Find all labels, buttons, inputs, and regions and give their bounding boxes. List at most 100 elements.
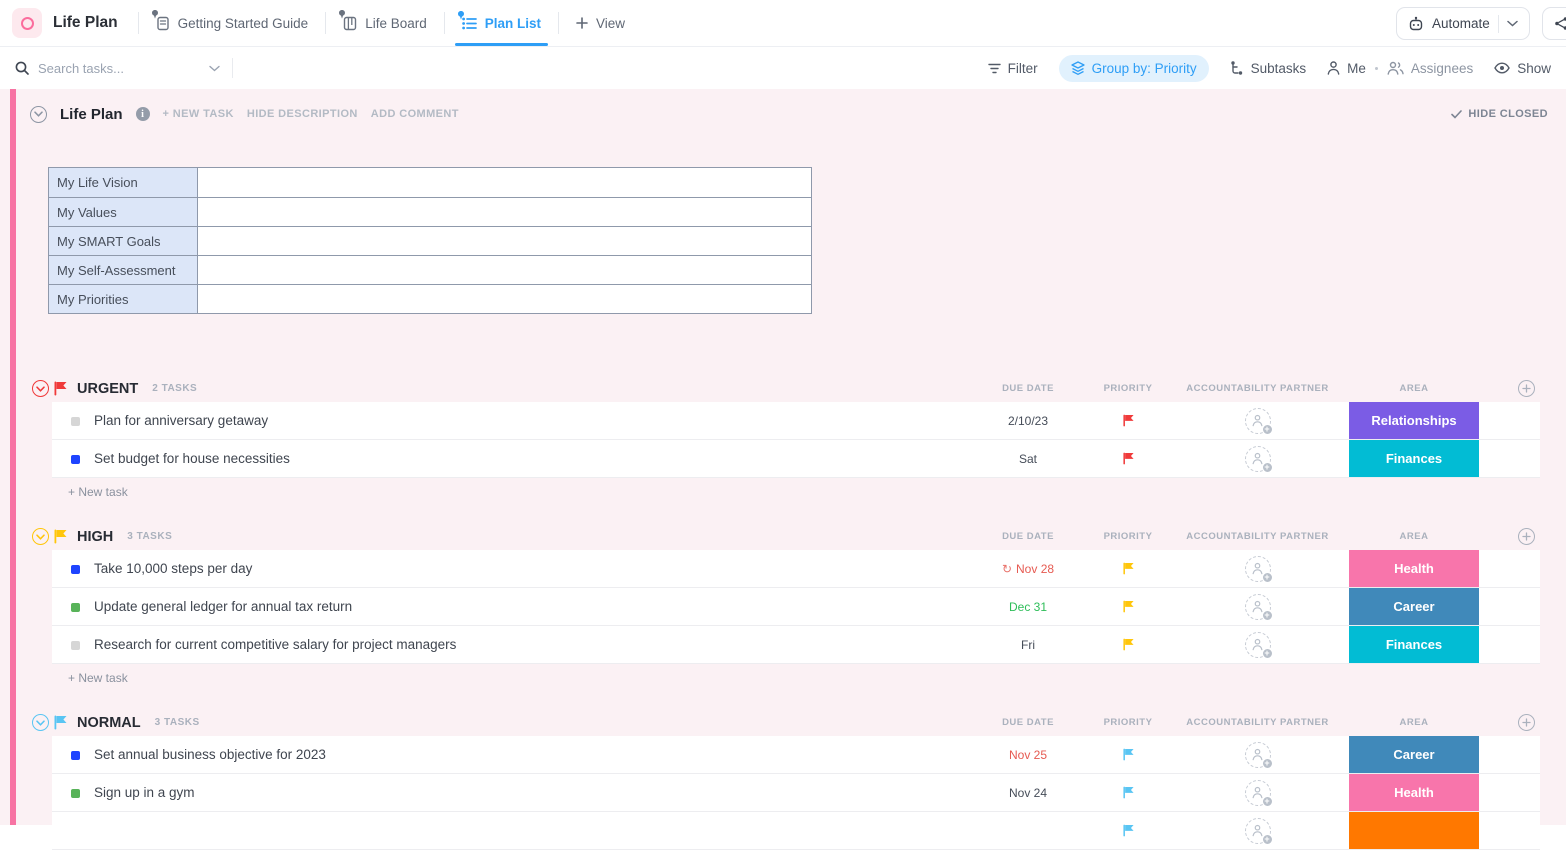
area-tag[interactable]: Health [1349,774,1479,811]
task-row[interactable]: Update general ledger for annual tax ret… [52,588,1540,626]
task-row[interactable]: Research for current competitive salary … [52,626,1540,664]
collapse-group-button[interactable] [32,714,49,731]
due-date[interactable]: Nov 25 [966,736,1090,773]
area-tag[interactable]: Career [1349,736,1479,773]
chevron-down-icon[interactable] [209,65,220,72]
column-header-priority[interactable]: PRIORITY [1090,523,1166,550]
status-icon[interactable] [71,641,80,650]
status-icon[interactable] [71,565,80,574]
due-date[interactable]: ↻Nov 28 [966,550,1090,587]
due-date[interactable]: Dec 31 [966,588,1090,625]
area-tag[interactable]: Finances [1349,626,1479,663]
add-assignee-avatar[interactable] [1245,818,1271,844]
column-header-area[interactable]: AREA [1349,709,1479,736]
task-name[interactable]: Set budget for house necessities [94,440,290,477]
group-name[interactable]: HIGH [77,529,113,545]
tab-add-view[interactable]: View [559,0,642,46]
area-tag[interactable]: Relationships [1349,402,1479,439]
group-by-button[interactable]: Group by: Priority [1059,55,1209,82]
area-tag[interactable] [1349,812,1479,849]
task-row[interactable]: Set annual business objective for 2023 N… [52,736,1540,774]
area-tag[interactable]: Finances [1349,440,1479,477]
due-date[interactable]: Fri [966,626,1090,663]
tab-life-board[interactable]: Life Board [326,0,444,46]
collapse-section-button[interactable] [30,106,47,123]
new-task-button[interactable]: + New task [52,664,1566,691]
add-comment-action[interactable]: ADD COMMENT [371,108,459,120]
row-value[interactable] [198,256,811,284]
column-header-due-date[interactable]: DUE DATE [966,375,1090,402]
area-tag[interactable]: Health [1349,550,1479,587]
due-date[interactable]: Nov 24 [966,774,1090,811]
row-value[interactable] [198,168,811,197]
tab-plan-list[interactable]: Plan List [445,0,558,46]
priority-flag-icon[interactable] [1090,812,1166,849]
search-input[interactable]: Search tasks... [15,61,220,76]
area-tag[interactable]: Career [1349,588,1479,625]
collapse-group-button[interactable] [32,528,49,545]
add-column-icon[interactable] [1518,714,1535,731]
due-date[interactable]: Sat [966,440,1090,477]
column-header-priority[interactable]: PRIORITY [1090,375,1166,402]
column-header-area[interactable]: AREA [1349,523,1479,550]
column-header-priority[interactable]: PRIORITY [1090,709,1166,736]
row-value[interactable] [198,227,811,255]
row-value[interactable] [198,285,811,313]
task-name[interactable]: Set annual business objective for 2023 [94,736,326,773]
task-name[interactable]: Update general ledger for annual tax ret… [94,588,352,625]
priority-flag-icon[interactable] [1090,736,1166,773]
status-icon[interactable] [71,603,80,612]
share-button[interactable]: Share [1542,7,1566,40]
task-name[interactable]: Take 10,000 steps per day [94,550,252,587]
add-assignee-avatar[interactable] [1245,556,1271,582]
column-header-area[interactable]: AREA [1349,375,1479,402]
priority-flag-icon[interactable] [1090,440,1166,477]
column-header-accountability-partner[interactable]: ACCOUNTABILITY PARTNER [1166,709,1349,736]
new-task-action[interactable]: + NEW TASK [163,108,234,120]
task-row[interactable] [52,812,1540,850]
new-task-button[interactable]: + New task [52,478,1566,505]
priority-flag-icon[interactable] [1090,588,1166,625]
status-icon[interactable] [71,455,80,464]
add-assignee-avatar[interactable] [1245,408,1271,434]
filter-button[interactable]: Filter [988,61,1038,76]
add-assignee-avatar[interactable] [1245,594,1271,620]
subtasks-button[interactable]: Subtasks [1230,61,1307,76]
task-name[interactable]: Research for current competitive salary … [94,626,456,663]
column-header-due-date[interactable]: DUE DATE [966,523,1090,550]
column-header-due-date[interactable]: DUE DATE [966,709,1090,736]
add-assignee-avatar[interactable] [1245,632,1271,658]
due-date[interactable] [966,812,1090,849]
add-assignee-avatar[interactable] [1245,780,1271,806]
status-icon[interactable] [71,789,80,798]
priority-flag-icon[interactable] [1090,774,1166,811]
task-row[interactable]: Take 10,000 steps per day ↻Nov 28 Health [52,550,1540,588]
row-value[interactable] [198,198,811,226]
chevron-down-icon[interactable] [1507,20,1518,27]
me-filter-button[interactable]: Me [1327,61,1366,76]
add-assignee-avatar[interactable] [1245,446,1271,472]
tab-getting-started-guide[interactable]: Getting Started Guide [139,0,326,46]
add-column-icon[interactable] [1518,528,1535,545]
group-name[interactable]: NORMAL [77,715,141,731]
due-date[interactable]: 2/10/23 [966,402,1090,439]
add-column-icon[interactable] [1518,380,1535,397]
group-name[interactable]: URGENT [77,381,138,397]
status-icon[interactable] [71,751,80,760]
hide-closed-toggle[interactable]: HIDE CLOSED [1451,108,1548,120]
task-row[interactable]: Plan for anniversary getaway 2/10/23 Rel… [52,402,1540,440]
priority-flag-icon[interactable] [1090,402,1166,439]
hide-description-action[interactable]: HIDE DESCRIPTION [247,108,358,120]
task-row[interactable]: Sign up in a gym Nov 24 Health [52,774,1540,812]
priority-flag-icon[interactable] [1090,626,1166,663]
task-name[interactable]: Plan for anniversary getaway [94,402,268,439]
automate-button[interactable]: Automate [1396,7,1530,40]
info-icon[interactable]: i [136,107,150,121]
show-button[interactable]: Show [1494,61,1551,76]
list-avatar[interactable] [12,8,42,38]
collapse-group-button[interactable] [32,380,49,397]
status-icon[interactable] [71,417,80,426]
priority-flag-icon[interactable] [1090,550,1166,587]
task-row[interactable]: Set budget for house necessities Sat Fin… [52,440,1540,478]
task-name[interactable]: Sign up in a gym [94,774,195,811]
